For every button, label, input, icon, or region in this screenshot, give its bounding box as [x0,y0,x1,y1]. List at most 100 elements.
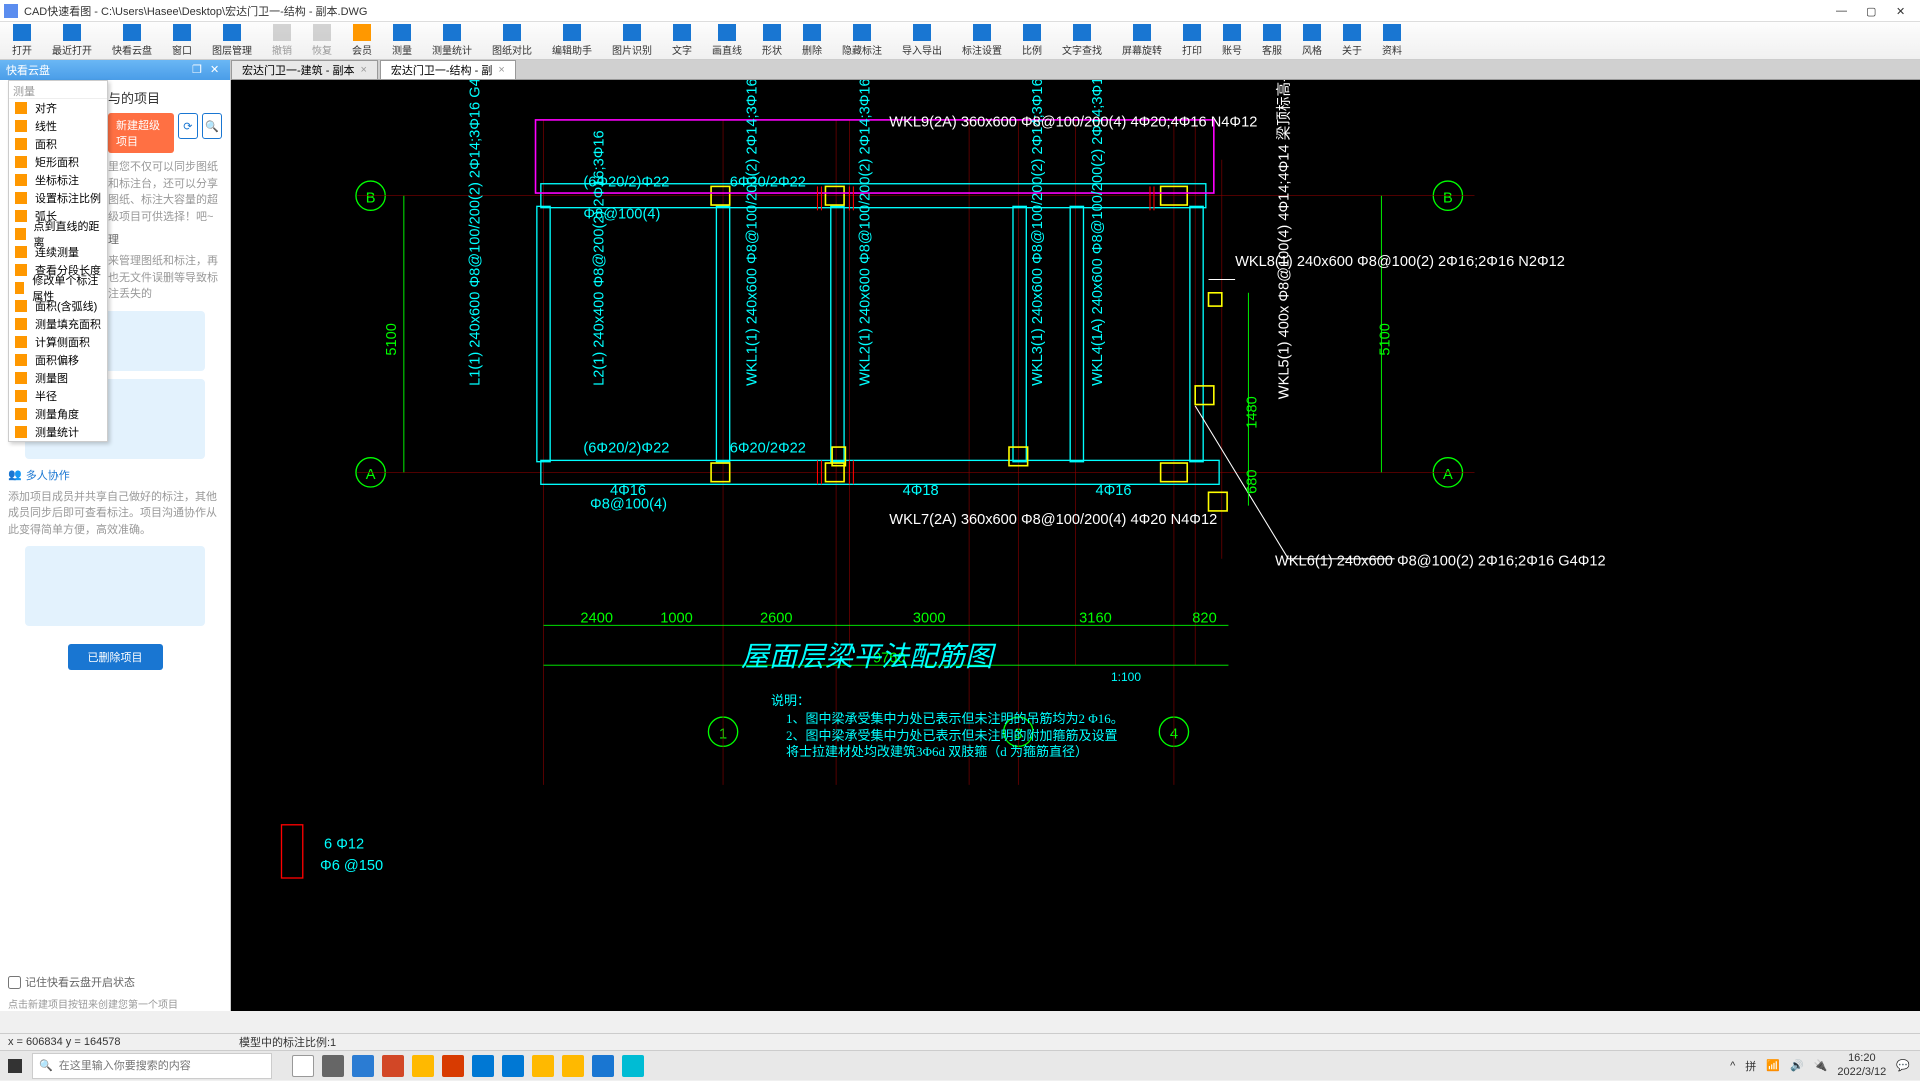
task-app[interactable] [622,1055,644,1077]
tab-close-icon[interactable]: × [360,64,366,76]
toolbar-compare[interactable]: 图纸对比 [482,22,542,59]
toolbar-resource[interactable]: 资料 [1372,22,1412,59]
task-mail[interactable] [472,1055,494,1077]
dd-icon [15,138,27,150]
tab-close-icon[interactable]: × [498,64,504,76]
toolbar-vip[interactable]: 会员 [342,22,382,59]
maximize-button[interactable]: ▢ [1866,5,1878,17]
delete-icon [803,24,821,41]
start-button[interactable] [0,1051,30,1081]
close-button[interactable]: ✕ [1896,5,1908,17]
dropdown-item-18[interactable]: 测量统计 [9,423,107,441]
toolbar-account[interactable]: 账号 [1212,22,1252,59]
toolbar-edit[interactable]: 编辑助手 [542,22,602,59]
task-cad[interactable] [592,1055,614,1077]
project-title: 与的项目 [108,88,222,107]
task-explorer[interactable] [412,1055,434,1077]
toolbar-delete[interactable]: 删除 [792,22,832,59]
search-button[interactable]: 🔍 [202,113,222,139]
dropdown-item-15[interactable]: 测量图 [9,369,107,387]
toolbar-style[interactable]: 风格 [1292,22,1332,59]
dropdown-item-10[interactable]: 修改单个标注属性 [9,279,107,297]
resource-icon [1383,24,1401,41]
toolbar-mstats[interactable]: 测量统计 [422,22,482,59]
dropdown-search[interactable]: 测量 [9,81,107,99]
deleted-projects-button[interactable]: 已删除项目 [68,644,163,670]
svg-text:1480: 1480 [1244,396,1260,429]
remember-checkbox[interactable] [8,976,21,989]
toolbar-shape[interactable]: 形状 [752,22,792,59]
task-word[interactable] [352,1055,374,1077]
task-view[interactable] [322,1055,344,1077]
dd-icon [15,336,27,348]
dropdown-item-16[interactable]: 半径 [9,387,107,405]
task-notes[interactable] [562,1055,584,1077]
tray-ime-icon[interactable]: 拼 [1745,1058,1756,1074]
toolbar-service[interactable]: 客服 [1252,22,1292,59]
toolbar-window[interactable]: 窗口 [162,22,202,59]
refresh-button[interactable]: ⟳ [178,113,198,139]
toolbar-undo[interactable]: 撤销 [262,22,302,59]
dropdown-item-3[interactable]: 矩形面积 [9,153,107,171]
toolbar-aset[interactable]: 标注设置 [952,22,1012,59]
document-tabs: 宏达门卫一-建筑 - 副本×宏达门卫一-结构 - 副× [231,60,1920,80]
dropdown-item-13[interactable]: 计算侧面积 [9,333,107,351]
cloud-close-icon[interactable]: ✕ [210,63,224,77]
tray-volume-icon[interactable]: 🔊 [1790,1059,1804,1072]
new-super-project-button[interactable]: 新建超级项目 [108,113,174,153]
toolbar-measure[interactable]: 测量 [382,22,422,59]
toolbar-find[interactable]: 文字查找 [1052,22,1112,59]
dropdown-item-4[interactable]: 坐标标注 [9,171,107,189]
task-cortana[interactable] [292,1055,314,1077]
toolbar-redo[interactable]: 恢复 [302,22,342,59]
dropdown-item-1[interactable]: 线性 [9,117,107,135]
dropdown-item-7[interactable]: 点到直线的距离 [9,225,107,243]
cad-canvas[interactable]: BB AA 134 [231,80,1920,1011]
doc-tab-0[interactable]: 宏达门卫一-建筑 - 副本× [231,60,378,79]
cloud-restore-icon[interactable]: ❐ [192,63,206,77]
toolbar-hide[interactable]: 隐藏标注 [832,22,892,59]
minimize-button[interactable]: — [1836,5,1848,17]
svg-text:WKL6(1) 240x600 Φ8@100(2) 2Φ16: WKL6(1) 240x600 Φ8@100(2) 2Φ16;2Φ16 G4Φ1… [1275,553,1606,569]
toolbar-text[interactable]: 文字 [662,22,702,59]
remember-state[interactable]: 记住快看云盘开启状态 [0,968,230,996]
tray-clock[interactable]: 16:202022/3/12 [1837,1052,1886,1078]
dropdown-item-5[interactable]: 设置标注比例 [9,189,107,207]
toolbar-open[interactable]: 打开 [2,22,42,59]
toolbar-recent[interactable]: 最近打开 [42,22,102,59]
dropdown-item-12[interactable]: 测量填充面积 [9,315,107,333]
tray-notifications-icon[interactable]: 💬 [1896,1059,1910,1072]
svg-text:A: A [1443,467,1453,483]
dropdown-item-2[interactable]: 面积 [9,135,107,153]
task-office[interactable] [442,1055,464,1077]
undo-icon [273,24,291,41]
task-edge[interactable] [502,1055,524,1077]
toolbar-layer[interactable]: 图层管理 [202,22,262,59]
toolbar-rotate[interactable]: 屏幕旋转 [1112,22,1172,59]
dropdown-item-0[interactable]: 对齐 [9,99,107,117]
doc-tab-1[interactable]: 宏达门卫一-结构 - 副× [380,60,516,79]
tray-up-icon[interactable]: ^ [1730,1060,1735,1072]
toolbar-line[interactable]: 画直线 [702,22,752,59]
dropdown-item-17[interactable]: 测量角度 [9,405,107,423]
svg-text:5100: 5100 [1377,323,1393,356]
tray-wifi-icon[interactable]: 📶 [1766,1059,1780,1072]
dd-icon [15,372,27,384]
dropdown-item-14[interactable]: 面积偏移 [9,351,107,369]
toolbar-io[interactable]: 导入导出 [892,22,952,59]
search-input[interactable] [59,1060,265,1072]
toolbar-cloud[interactable]: 快看云盘 [102,22,162,59]
account-icon [1223,24,1241,41]
windows-search[interactable]: 🔍 [32,1053,272,1079]
tray-battery-icon[interactable]: 🔌 [1814,1059,1828,1072]
dd-icon [15,120,27,132]
toolbar-print[interactable]: 打印 [1172,22,1212,59]
task-tips[interactable] [532,1055,554,1077]
toolbar-about[interactable]: 关于 [1332,22,1372,59]
toolbar-ratio[interactable]: 比例 [1012,22,1052,59]
toolbar-recog[interactable]: 图片识别 [602,22,662,59]
dropdown-item-11[interactable]: 面积(含弧线) [9,297,107,315]
layer-icon [223,24,241,41]
task-wps[interactable] [382,1055,404,1077]
rotate-icon [1133,24,1151,41]
